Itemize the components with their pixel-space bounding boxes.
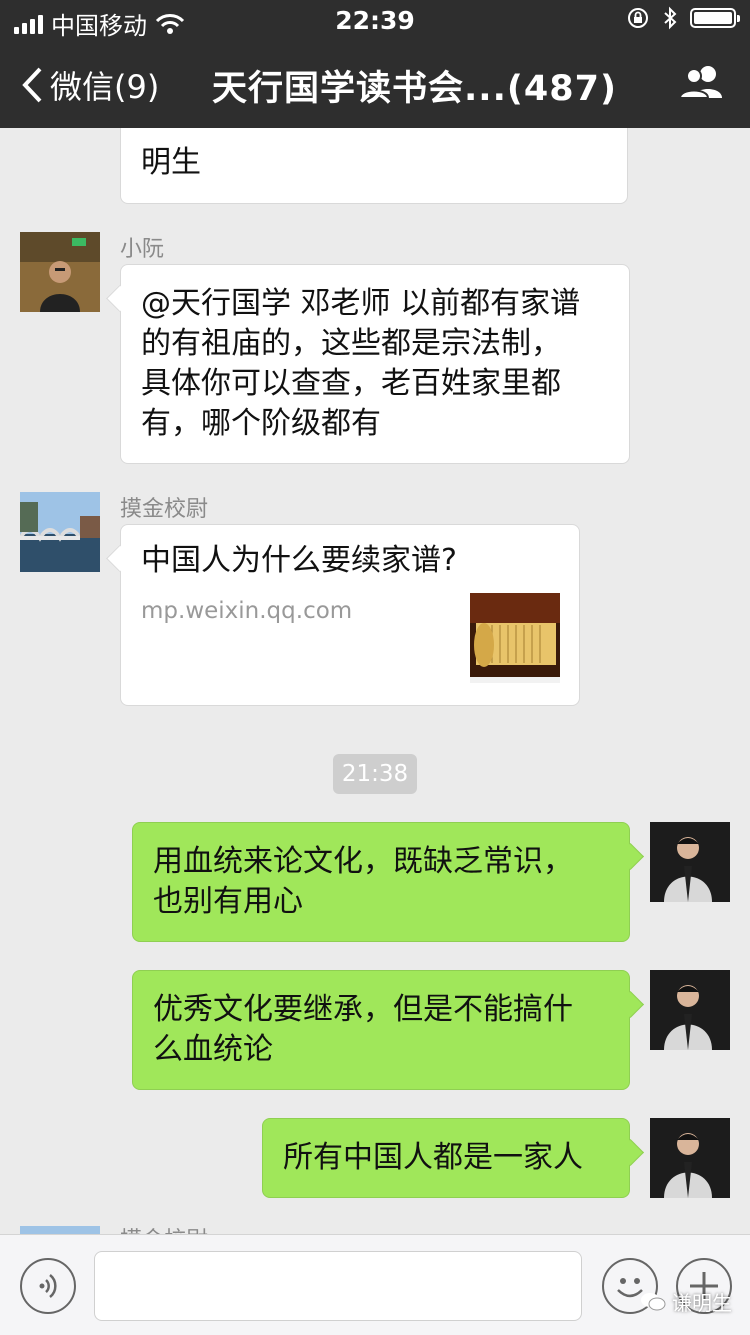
message-line: 具体你可以查查，老百姓家里都 <box>141 366 561 401</box>
message-bubble[interactable]: 优秀文化要继承，但是不能搞什 么血统论 <box>132 970 630 1090</box>
link-card-title: 中国人为什么要续家谱? <box>141 543 457 578</box>
message-bubble[interactable]: 所有中国人都是一家人 <box>262 1118 630 1198</box>
watermark: 谦明生 <box>640 1287 732 1316</box>
chat-area[interactable]: 明生 小阮 @天行国学 邓老师 以前都有家谱 的有祖庙的，这些都是宗法制， 具体… <box>0 128 750 1234</box>
wechat-icon <box>641 1292 666 1310</box>
group-contacts-button[interactable] <box>678 64 724 104</box>
avatar[interactable] <box>20 1226 100 1234</box>
message-bubble[interactable]: 明生 <box>120 128 628 204</box>
status-bar: 中国移动 22:39 <box>0 0 750 40</box>
back-button[interactable]: 微信(9) <box>20 62 159 108</box>
battery-icon <box>690 8 740 28</box>
group-contacts-icon <box>678 66 722 99</box>
voice-button[interactable] <box>20 1258 76 1314</box>
battery-fill <box>694 12 732 24</box>
message-line: 所有中国人都是一家人 <box>283 1140 583 1175</box>
nav-bar: 微信(9) 天行国学读书会...(487) <box>0 40 750 128</box>
message-bubble[interactable]: @天行国学 邓老师 以前都有家谱 的有祖庙的，这些都是宗法制， 具体你可以查查，… <box>120 264 630 464</box>
sender-name: 摸金校尉 <box>120 497 209 522</box>
message-line: 也别有用心 <box>153 884 303 919</box>
chat-title: 天行国学读书会...(487) <box>212 69 617 109</box>
message-line: 么血统论 <box>153 1032 273 1067</box>
watermark-text: 谦明生 <box>672 1291 732 1315</box>
link-card-url: mp.weixin.qq.com <box>141 598 353 624</box>
bluetooth-icon <box>664 6 677 30</box>
sender-name: 摸金校尉 <box>120 1222 208 1234</box>
status-right <box>626 6 740 30</box>
message-line: 优秀文化要继承，但是不能搞什 <box>153 992 573 1027</box>
message-bubble[interactable]: 用血统来论文化，既缺乏常识， 也别有用心 <box>132 822 630 942</box>
avatar[interactable] <box>20 492 100 572</box>
link-card[interactable]: 中国人为什么要续家谱? mp.weixin.qq.com <box>120 524 580 706</box>
avatar[interactable] <box>20 232 100 312</box>
sender-name: 小阮 <box>120 237 165 262</box>
message-line: 的有祖庙的，这些都是宗法制， <box>141 326 561 361</box>
message-text: 明生 <box>141 145 201 180</box>
message-line: 有，哪个阶级都有 <box>141 406 381 441</box>
message-line: @天行国学 邓老师 以前都有家谱 <box>141 286 581 321</box>
message-input[interactable] <box>94 1251 582 1321</box>
lock-rotation-icon <box>628 8 648 28</box>
input-bar: 谦明生 <box>0 1234 750 1335</box>
voice-icon <box>39 1274 57 1298</box>
link-card-thumbnail <box>470 593 560 683</box>
avatar[interactable] <box>650 970 730 1050</box>
time-divider: 21:38 <box>333 754 417 794</box>
back-label: 微信(9) <box>50 68 160 106</box>
avatar[interactable] <box>650 822 730 902</box>
avatar[interactable] <box>650 1118 730 1198</box>
message-line: 用血统来论文化，既缺乏常识， <box>153 844 573 879</box>
back-chevron-icon <box>22 67 42 103</box>
